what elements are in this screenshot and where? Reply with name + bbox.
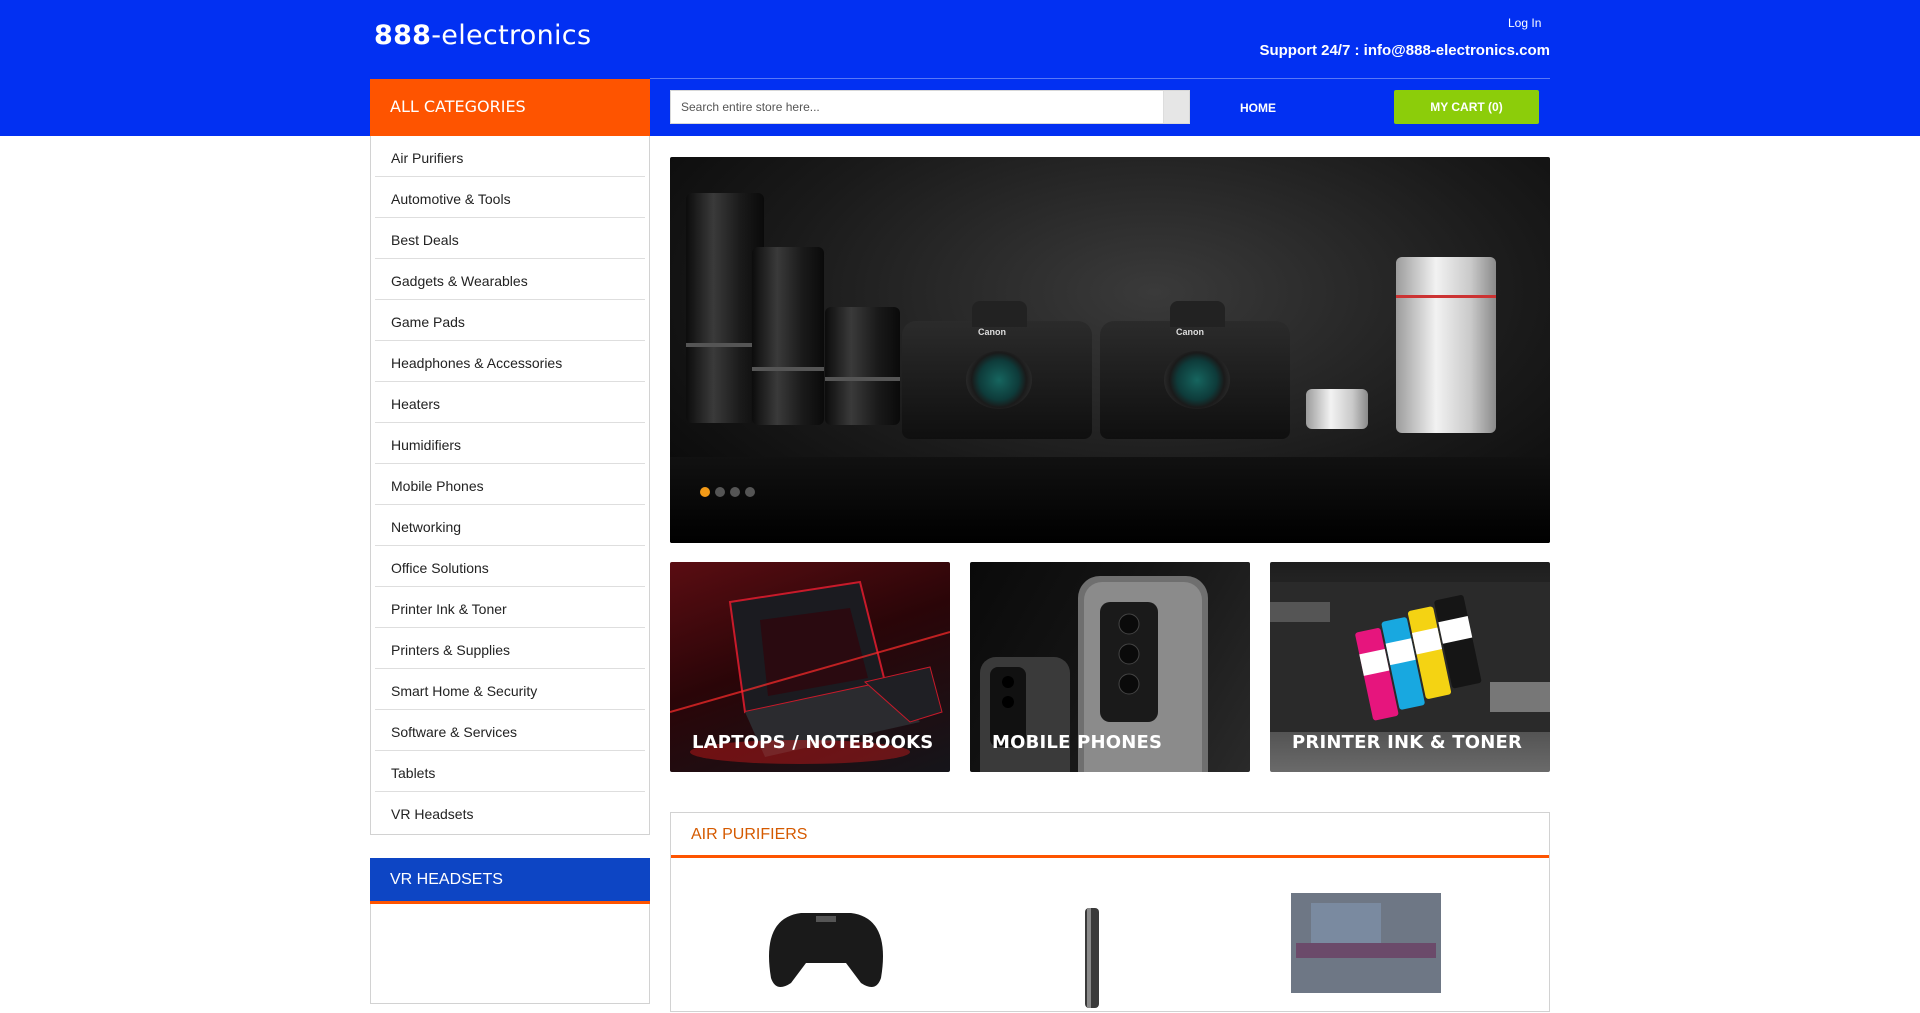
desk-product-image[interactable]	[1291, 893, 1441, 993]
search-input[interactable]	[671, 91, 1161, 123]
camera-lens-image	[1306, 389, 1368, 429]
category-headphones-accessories[interactable]: Headphones & Accessories	[375, 341, 645, 382]
site-logo[interactable]: 888-electronics	[374, 20, 591, 51]
promo-tile-printer-ink[interactable]: PRINTER INK & TONER	[1270, 562, 1550, 772]
category-networking[interactable]: Networking	[375, 505, 645, 546]
category-office-solutions[interactable]: Office Solutions	[375, 546, 645, 587]
support-contact: Support 24/7 : info@888-electronics.com	[1259, 42, 1550, 59]
search-button[interactable]	[1163, 91, 1189, 123]
category-humidifiers[interactable]: Humidifiers	[375, 423, 645, 464]
category-mobile-phones[interactable]: Mobile Phones	[375, 464, 645, 505]
all-categories-button[interactable]: ALL CATEGORIES	[370, 79, 650, 136]
cart-button[interactable]: MY CART (0)	[1394, 90, 1539, 124]
slider-dot[interactable]	[745, 487, 755, 497]
login-link[interactable]: Log In	[1508, 16, 1541, 30]
category-air-purifiers[interactable]: Air Purifiers	[375, 136, 645, 177]
search-bar	[670, 90, 1190, 124]
pen-product-image[interactable]	[1085, 908, 1099, 1008]
camera-lens-image	[825, 307, 900, 425]
camera-lens-image	[752, 247, 824, 425]
camera-body-image: Canon	[1100, 301, 1290, 439]
section-products	[769, 893, 1441, 1008]
section-title: AIR PURIFIERS	[671, 813, 1549, 858]
hero-slider[interactable]: Canon Canon	[670, 157, 1550, 543]
slider-dot[interactable]	[730, 487, 740, 497]
category-heaters[interactable]: Heaters	[375, 382, 645, 423]
slider-floor	[670, 457, 1550, 543]
category-software-services[interactable]: Software & Services	[375, 710, 645, 751]
category-game-pads[interactable]: Game Pads	[375, 300, 645, 341]
vr-headsets-box-title: VR HEADSETS	[370, 858, 650, 904]
slider-dot[interactable]	[715, 487, 725, 497]
camera-lens-image	[1396, 257, 1496, 433]
category-printer-ink-toner[interactable]: Printer Ink & Toner	[375, 587, 645, 628]
category-best-deals[interactable]: Best Deals	[375, 218, 645, 259]
tile-caption: PRINTER INK & TONER	[1292, 732, 1523, 753]
category-smart-home-security[interactable]: Smart Home & Security	[375, 669, 645, 710]
air-purifiers-section: AIR PURIFIERS	[670, 812, 1550, 1012]
category-gadgets-wearables[interactable]: Gadgets & Wearables	[375, 259, 645, 300]
gamepad-product-image[interactable]	[769, 913, 883, 987]
category-list: Air Purifiers Automotive & Tools Best De…	[370, 136, 650, 835]
camera-body-image: Canon	[902, 301, 1092, 439]
promo-tile-laptops[interactable]: LAPTOPS / NOTEBOOKS	[670, 562, 950, 772]
header-divider	[650, 78, 1550, 79]
promo-tile-mobile-phones[interactable]: MOBILE PHONES	[970, 562, 1250, 772]
vr-headsets-box	[370, 904, 650, 1004]
nav-home[interactable]: HOME	[1240, 101, 1276, 115]
tile-caption: LAPTOPS / NOTEBOOKS	[692, 732, 934, 753]
category-printers-supplies[interactable]: Printers & Supplies	[375, 628, 645, 669]
slider-dot[interactable]	[700, 487, 710, 497]
category-tablets[interactable]: Tablets	[375, 751, 645, 792]
slider-pagination	[700, 487, 755, 497]
category-vr-headsets[interactable]: VR Headsets	[375, 792, 645, 833]
tile-caption: MOBILE PHONES	[992, 732, 1163, 753]
category-automotive-tools[interactable]: Automotive & Tools	[375, 177, 645, 218]
